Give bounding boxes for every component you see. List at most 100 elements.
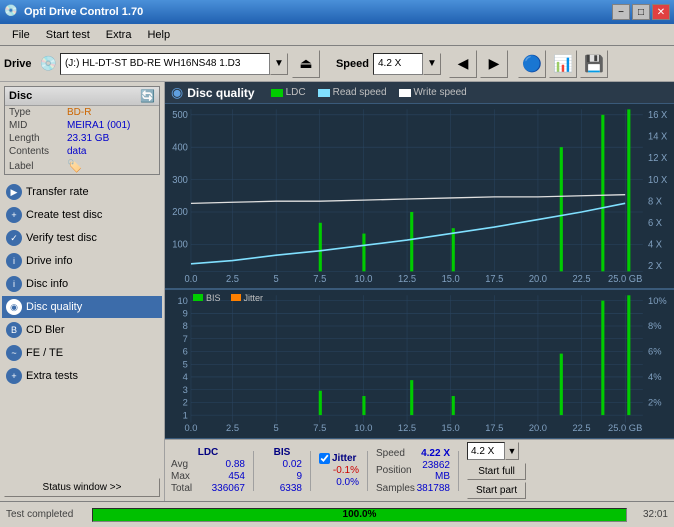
svg-text:300: 300 [172, 175, 188, 186]
sidebar-item-verify-test-disc[interactable]: ✓ Verify test disc [2, 227, 162, 249]
drive-info-icon: i [6, 253, 22, 269]
svg-text:10.0: 10.0 [354, 422, 372, 433]
svg-text:20.0: 20.0 [529, 422, 547, 433]
menu-start-test[interactable]: Start test [38, 27, 98, 43]
drive-combo-value[interactable]: (J:) HL-DT-ST BD-RE WH16NS48 1.D3 [60, 53, 270, 75]
svg-text:500: 500 [172, 110, 188, 121]
svg-text:3: 3 [183, 384, 188, 395]
svg-text:5: 5 [183, 359, 188, 370]
sidebar-item-transfer-rate[interactable]: ▶ Transfer rate [2, 181, 162, 203]
svg-text:5: 5 [274, 274, 279, 285]
svg-text:2.5: 2.5 [226, 274, 239, 285]
sidebar-item-create-test-disc[interactable]: + Create test disc [2, 204, 162, 226]
progress-text: 100.0% [93, 509, 626, 521]
jitter-avg-val: -0.1% [319, 465, 359, 476]
svg-text:16 X: 16 X [648, 110, 668, 121]
speed-combo-val[interactable]: 4.2 X [467, 442, 505, 460]
chart-legend: LDC Read speed Write speed [271, 87, 467, 98]
disc-mid-value: MEIRA1 (001) [67, 120, 155, 131]
svg-text:10 X: 10 X [648, 175, 668, 186]
menu-help[interactable]: Help [139, 27, 178, 43]
speed-up-button[interactable]: ▶ [480, 50, 508, 78]
disc-color-button[interactable]: 🔵 [518, 50, 546, 78]
bis-color [193, 294, 203, 301]
svg-text:2%: 2% [648, 397, 662, 408]
progress-track: 100.0% [92, 508, 627, 522]
extra-tests-icon: + [6, 368, 22, 384]
svg-text:8%: 8% [648, 321, 662, 332]
save-button[interactable]: 💾 [580, 50, 608, 78]
chart2-legend: BIS Jitter [193, 293, 263, 303]
sidebar-item-fe-te[interactable]: ~ FE / TE [2, 342, 162, 364]
svg-text:2: 2 [183, 397, 188, 408]
bis-total-row: 6338 [262, 483, 302, 494]
legend-read-speed: Read speed [318, 87, 387, 98]
bis-max-row: 9 [262, 471, 302, 482]
status-window-button[interactable]: Status window >> [4, 478, 160, 497]
speed-arrows: ◀ ▶ [449, 50, 508, 78]
disc-mid-label: MID [9, 120, 67, 131]
sidebar-item-drive-info[interactable]: i Drive info [2, 250, 162, 272]
ldc-max-val: 454 [205, 471, 245, 482]
disc-type-label: Type [9, 107, 67, 118]
samples-label: Samples [376, 483, 406, 494]
disc-length-label: Length [9, 133, 67, 144]
samples-row: Samples 381788 [376, 483, 450, 494]
ldc-stats: LDC Avg 0.88 Max 454 Total 336067 [171, 447, 245, 494]
speed-stat-label: Speed [376, 448, 406, 459]
minimize-button[interactable]: − [612, 4, 630, 20]
content-area: ◉ Disc quality LDC Read speed Write spee… [165, 82, 674, 501]
speed-combo-arrow[interactable]: ▼ [423, 53, 441, 75]
disc-label-icon[interactable]: 🏷️ [67, 159, 82, 173]
menu-file[interactable]: File [4, 27, 38, 43]
disc-refresh-icon[interactable]: 🔄 [140, 89, 155, 103]
svg-text:1: 1 [183, 410, 188, 421]
svg-text:4: 4 [183, 372, 188, 383]
jitter-checkbox[interactable] [319, 453, 330, 464]
speed-combo-dropdown[interactable]: ▼ [505, 442, 519, 460]
toolbar-buttons: 🔵 📊 💾 [518, 50, 608, 78]
maximize-button[interactable]: □ [632, 4, 650, 20]
extra-tests-label: Extra tests [26, 370, 78, 382]
speed-stat-val: 4.22 X [410, 448, 450, 459]
close-button[interactable]: ✕ [652, 4, 670, 20]
chart-ldc: 500 400 300 200 100 16 X 14 X 12 X 10 X … [165, 104, 674, 289]
sidebar-item-disc-info[interactable]: i Disc info [2, 273, 162, 295]
write-speed-color-box [399, 89, 411, 97]
jitter-avg-row: -0.1% [319, 465, 359, 476]
menu-extra[interactable]: Extra [98, 27, 140, 43]
disc-contents-value: data [67, 146, 155, 157]
jitter-stats: Jitter -0.1% 0.0% [319, 453, 359, 488]
svg-text:9: 9 [183, 308, 188, 319]
svg-text:2.5: 2.5 [226, 422, 239, 433]
app-title: Opti Drive Control 1.70 [24, 6, 143, 18]
start-full-button[interactable]: Start full [467, 463, 526, 480]
drive-info-label: Drive info [26, 255, 72, 267]
bis-max-val: 9 [262, 471, 302, 482]
drive-combo-arrow[interactable]: ▼ [270, 53, 288, 75]
ldc-color-box [271, 89, 283, 97]
speed-selector: 4.2 X ▼ [373, 53, 441, 75]
svg-text:15.0: 15.0 [442, 274, 460, 285]
fe-te-icon: ~ [6, 345, 22, 361]
divider1 [253, 451, 254, 491]
speed-down-button[interactable]: ◀ [449, 50, 477, 78]
sidebar-item-extra-tests[interactable]: + Extra tests [2, 365, 162, 387]
bis-legend-label: BIS [206, 293, 221, 303]
start-part-button[interactable]: Start part [467, 482, 526, 499]
svg-text:12.5: 12.5 [398, 274, 416, 285]
disc-header-title: Disc [9, 90, 32, 102]
sidebar-item-cd-bler[interactable]: B CD Bler [2, 319, 162, 341]
svg-text:0.0: 0.0 [184, 422, 197, 433]
svg-text:8: 8 [183, 321, 188, 332]
stats-bar: LDC Avg 0.88 Max 454 Total 336067 BIS [165, 439, 674, 501]
read-speed-color-box [318, 89, 330, 97]
svg-text:20.0: 20.0 [529, 274, 547, 285]
eject-button[interactable]: ⏏ [292, 50, 320, 78]
disc-quality-icon: ◉ [6, 299, 22, 315]
speed-value[interactable]: 4.2 X [373, 53, 423, 75]
info-button[interactable]: 📊 [549, 50, 577, 78]
sidebar: Disc 🔄 Type BD-R MID MEIRA1 (001) Length… [0, 82, 165, 501]
disc-section: Disc 🔄 Type BD-R MID MEIRA1 (001) Length… [4, 86, 160, 175]
sidebar-item-disc-quality[interactable]: ◉ Disc quality [2, 296, 162, 318]
